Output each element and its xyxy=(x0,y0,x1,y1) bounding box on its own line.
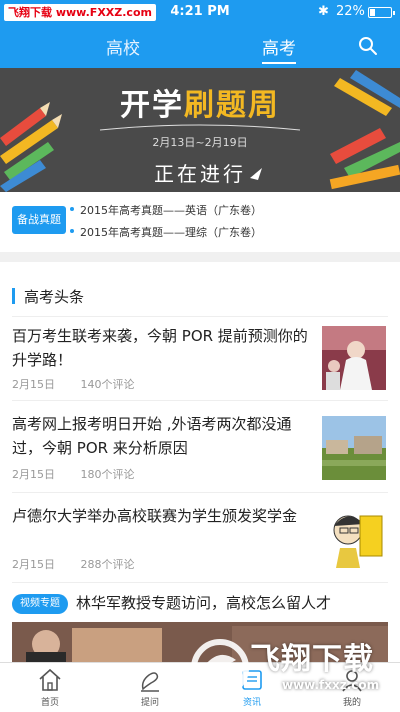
news-divider xyxy=(12,400,388,401)
news-thumbnail[interactable] xyxy=(322,416,386,480)
news-comments: 288个评论 xyxy=(80,558,135,571)
news-thumbnail[interactable] xyxy=(322,326,386,390)
exam-badge[interactable]: 备战真题 xyxy=(12,206,66,234)
news-divider xyxy=(12,492,388,493)
active-tab-indicator xyxy=(262,62,296,64)
bluetooth-icon: ✱ xyxy=(318,4,329,19)
news-date: 2月15日 xyxy=(12,558,55,571)
video-title[interactable]: 林华军教授专题访问，高校怎么留人才 xyxy=(76,592,331,613)
news-thumbnail[interactable] xyxy=(322,504,386,568)
exam-link-english[interactable]: 2015年高考真题——英语（广东卷） xyxy=(70,202,262,218)
exam-link-science[interactable]: 2015年高考真题——理综（广东卷） xyxy=(70,224,262,240)
tab-home[interactable]: 首页 xyxy=(20,667,80,708)
watermark-overlay-url: www.fxxz.com xyxy=(282,678,380,692)
news-title[interactable]: 卢德尔大学举办高校联赛为学生颁发奖学金 xyxy=(12,504,308,528)
news-date: 2月15日 xyxy=(12,378,55,391)
news-divider xyxy=(12,582,388,583)
news-meta: 2月15日 140个评论 xyxy=(12,376,157,392)
battery-icon xyxy=(368,7,395,18)
news-comments: 180个评论 xyxy=(80,468,135,481)
video-badge: 视频专题 xyxy=(12,594,68,614)
banner-title-part1: 开学 xyxy=(120,88,184,123)
banner-status: 正在进行 xyxy=(154,162,246,186)
home-icon xyxy=(39,668,61,691)
news-meta: 2月15日 288个评论 xyxy=(12,556,157,572)
news-title[interactable]: 百万考生联考来袭，今朝 POR 提前预测你的升学路！ xyxy=(12,324,308,372)
promo-banner[interactable]: 开学刷题周 2月13日~2月19日 正在进行 xyxy=(0,68,400,192)
tab-home-label: 首页 xyxy=(40,698,59,708)
watermark-overlay: 飞翔下载 www.fxxz.com xyxy=(186,626,400,712)
banner-date: 2月13日~2月19日 xyxy=(152,136,248,149)
battery-percent: 22% xyxy=(336,4,365,19)
tab-gaoxiao[interactable]: 高校 xyxy=(106,34,140,59)
section-gap xyxy=(0,252,400,262)
divider xyxy=(12,316,388,317)
top-nav: 高校 高考 xyxy=(0,24,400,68)
pen-icon xyxy=(141,672,159,692)
banner-title: 开学刷题周 xyxy=(0,80,400,124)
news-meta: 2月15日 180个评论 xyxy=(12,466,157,482)
banner-title-part2: 刷题周 xyxy=(184,88,280,123)
watermark-overlay-title: 飞翔下载 xyxy=(250,642,374,677)
watermark-logo-icon xyxy=(191,639,249,697)
tab-gaokao[interactable]: 高考 xyxy=(262,34,296,59)
search-icon[interactable] xyxy=(358,36,378,56)
exam-section: 备战真题 2015年高考真题——英语（广东卷） 2015年高考真题——理综（广东… xyxy=(0,192,400,252)
tab-ask[interactable]: 提问 xyxy=(120,667,180,708)
section-header-label: 高考头条 xyxy=(24,288,85,306)
status-bar: 飞翔下载 www.FXXZ.com 4:21 PM ✱ 22% xyxy=(0,0,400,24)
tab-ask-label: 提问 xyxy=(140,698,159,708)
news-comments: 140个评论 xyxy=(80,378,135,391)
news-title[interactable]: 高考网上报考明日开始 ,外语考两次都没通过，今朝 POR 来分析原因 xyxy=(12,412,308,460)
news-date: 2月15日 xyxy=(12,468,55,481)
section-header-bar xyxy=(12,288,15,304)
